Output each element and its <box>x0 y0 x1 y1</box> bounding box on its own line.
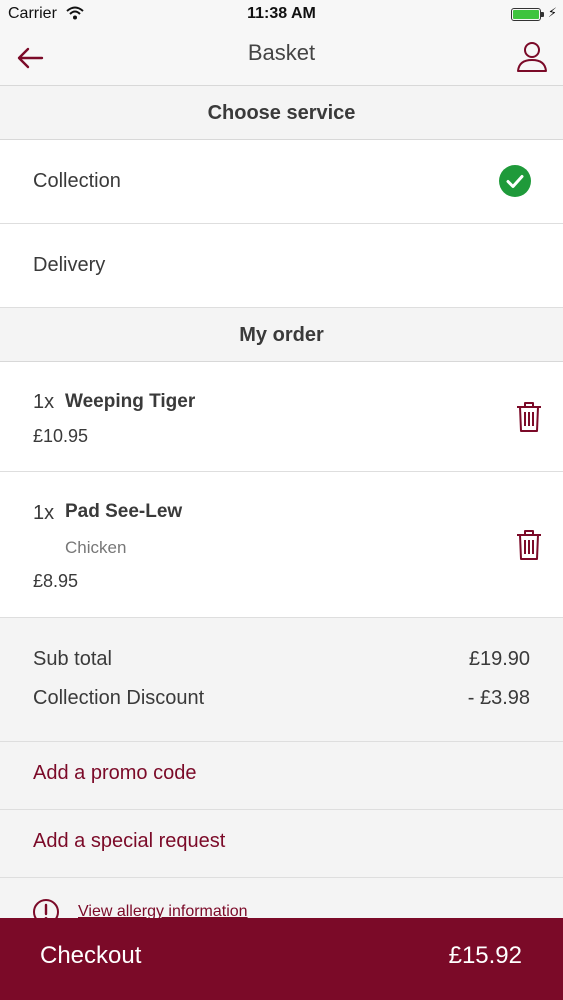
my-order-header: My order <box>0 308 563 362</box>
special-request-row[interactable]: Add a special request <box>0 810 563 878</box>
subtotal-label: Sub total <box>33 648 112 670</box>
item-variant: Chicken <box>65 538 127 557</box>
item-name: Weeping Tiger <box>65 391 196 412</box>
user-icon[interactable] <box>515 39 549 73</box>
order-item: 1x Pad See-Lew Chicken £8.95 <box>0 472 563 618</box>
charging-bolt-icon: ⚡ <box>547 5 557 20</box>
discount-label: Collection Discount <box>33 687 205 709</box>
allergy-info-row[interactable]: View allergy information <box>0 878 563 925</box>
page-title: Basket <box>247 40 316 65</box>
checkout-total: £15.92 <box>448 942 522 969</box>
subtotal-value: £19.90 <box>468 648 530 670</box>
order-item: 1x Weeping Tiger £10.95 <box>0 362 563 472</box>
item-name: Pad See-Lew <box>65 501 183 522</box>
clock: 11:38 AM <box>247 5 316 22</box>
battery-tip <box>541 12 544 17</box>
trash-icon[interactable] <box>515 529 543 561</box>
battery-icon <box>511 8 541 21</box>
service-option-label: Delivery <box>33 254 106 276</box>
trash-icon[interactable] <box>515 401 543 433</box>
item-quantity: 1x <box>33 391 55 413</box>
status-bar: Carrier 11:38 AM ⚡ <box>0 0 563 30</box>
item-price: £10.95 <box>33 426 89 446</box>
service-option-delivery[interactable]: Delivery <box>0 224 563 308</box>
add-special-request-link[interactable]: Add a special request <box>33 830 225 853</box>
navigation-bar: Basket <box>0 30 563 86</box>
checkout-label: Checkout <box>40 942 142 969</box>
add-promo-code-link[interactable]: Add a promo code <box>33 762 196 785</box>
promo-code-row[interactable]: Add a promo code <box>0 742 563 810</box>
item-quantity: 1x <box>33 502 55 524</box>
order-totals: Sub total £19.90 Collection Discount - £… <box>0 618 563 742</box>
checkout-button[interactable]: Checkout £15.92 <box>0 918 563 1000</box>
service-option-label: Collection <box>33 170 121 192</box>
item-price: £8.95 <box>33 571 79 591</box>
selected-check-icon <box>499 165 531 197</box>
service-option-collection[interactable]: Collection <box>0 140 563 224</box>
choose-service-header: Choose service <box>0 86 563 140</box>
discount-value: - £3.98 <box>467 687 530 709</box>
